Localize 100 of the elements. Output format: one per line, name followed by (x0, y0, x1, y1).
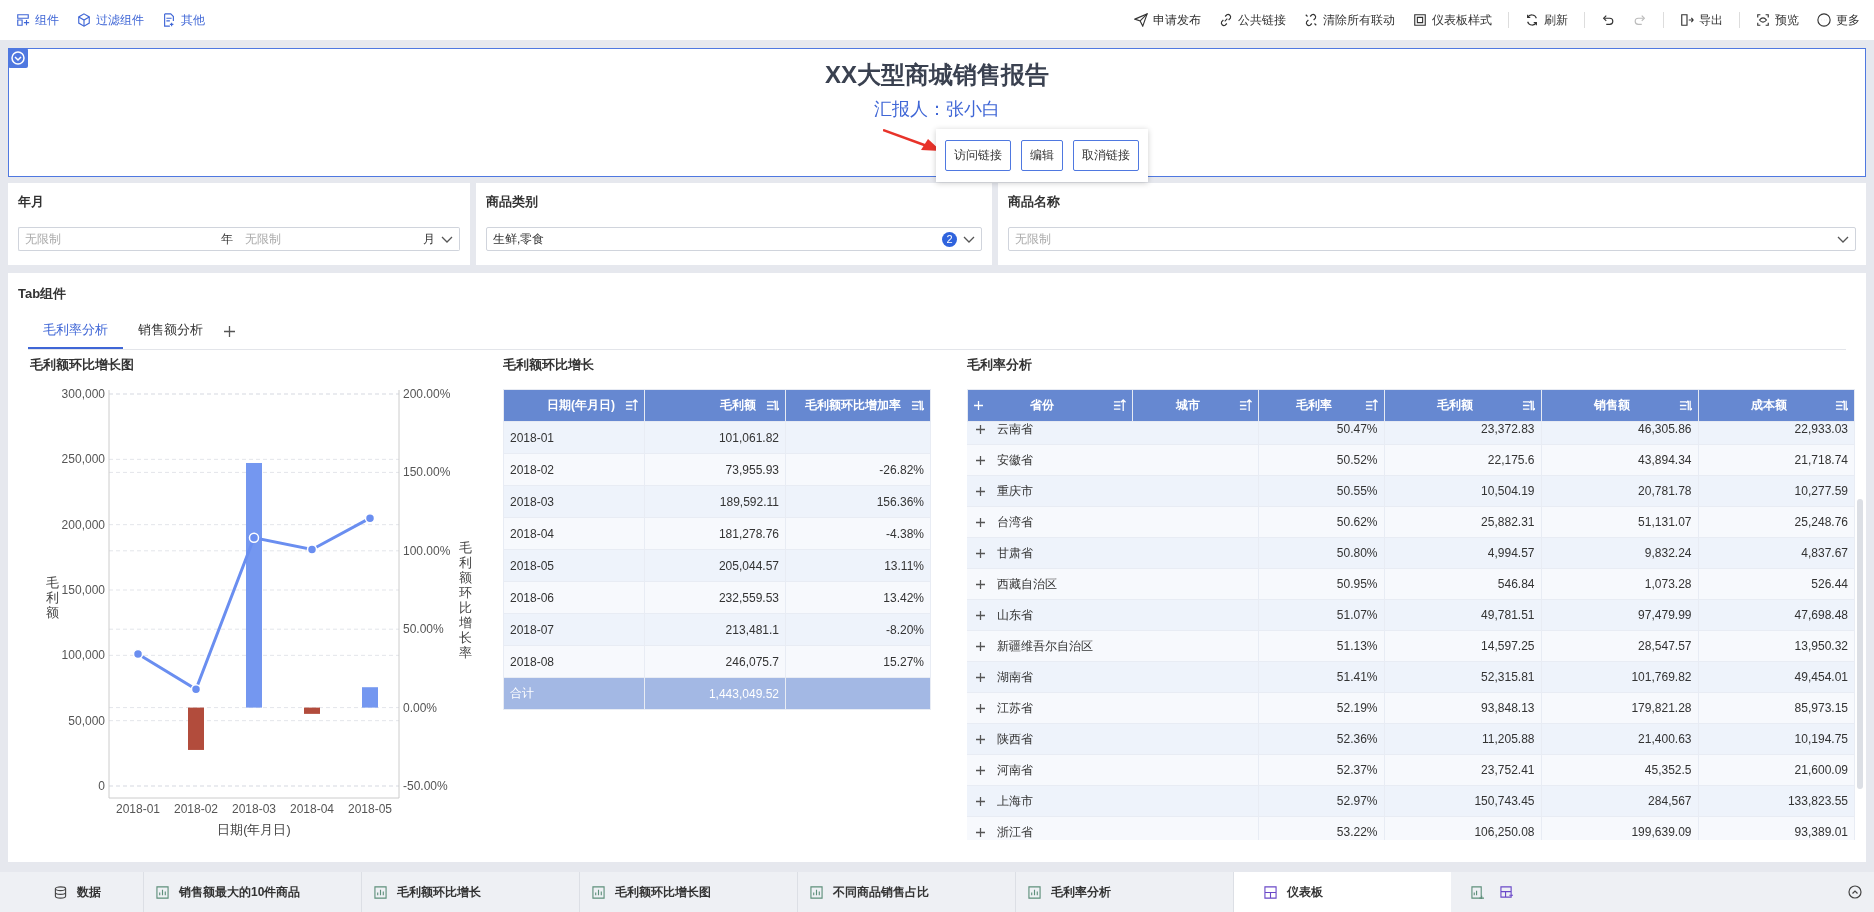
table-cell: 河南省 (997, 761, 1033, 779)
data-point (132, 648, 144, 660)
toolbar-button[interactable]: 过滤组件 (71, 7, 150, 33)
column-header[interactable]: 毛利额 (1384, 389, 1542, 422)
sort-icon[interactable] (911, 399, 924, 412)
sort-icon[interactable] (1365, 399, 1378, 412)
table-cell: 546.84 (1384, 568, 1541, 600)
sheet-tab[interactable]: 仪表板 (1233, 872, 1451, 912)
widget-title: 毛利额环比增长 (503, 356, 595, 374)
expand-icon[interactable] (976, 672, 985, 682)
tick-label: 100.00% (403, 543, 451, 558)
expand-icon[interactable] (976, 827, 985, 837)
table-cell: 13.42% (785, 581, 931, 614)
table-cell: 21,718.74 (1698, 444, 1855, 476)
link-menu-button[interactable]: 访问链接 (945, 140, 1011, 171)
sheet-tab[interactable]: 销售额最大的10件商品 (143, 872, 361, 912)
column-header[interactable]: 销售额 (1541, 389, 1699, 422)
collapse-up-icon[interactable] (1848, 885, 1862, 899)
toolbar-button[interactable]: 预览 (1750, 7, 1805, 33)
table-cell: 湖南省 (997, 668, 1033, 686)
table-cell: -8.20% (785, 613, 931, 646)
expand-icon[interactable] (976, 703, 985, 713)
column-header[interactable]: 毛利额 (644, 389, 786, 422)
table-cell: 45,352.5 (1541, 754, 1698, 786)
toolbar-button[interactable]: 仪表板样式 (1407, 7, 1498, 33)
sort-icon[interactable] (1679, 399, 1692, 412)
sheet-tab[interactable]: 不同商品销售占比 (797, 872, 1015, 912)
expand-icon[interactable] (976, 734, 985, 744)
add-dashboard-icon[interactable] (1500, 885, 1513, 899)
collapse-icon[interactable] (8, 48, 28, 68)
category-select[interactable]: 生鲜,零食 2 (486, 227, 982, 251)
table-cell: 52.36% (1258, 723, 1384, 755)
sort-icon[interactable] (1239, 399, 1252, 412)
tick-label: 200,000 (61, 517, 105, 532)
expand-icon[interactable] (976, 641, 985, 651)
table-cell: 50.95% (1258, 568, 1384, 600)
widget-title: 毛利额环比增长图 (30, 356, 135, 374)
paper-plane-icon (1134, 13, 1148, 27)
database-icon (54, 885, 67, 899)
grid-plus-icon (16, 13, 30, 27)
table-cell: 13,950.32 (1698, 630, 1855, 662)
sort-icon[interactable] (625, 399, 638, 412)
toolbar-button[interactable]: 导出 (1674, 7, 1729, 33)
toolbar-button[interactable]: 更多 (1811, 7, 1866, 33)
expand-icon[interactable] (976, 765, 985, 775)
scrollbar[interactable] (1857, 499, 1863, 789)
column-header[interactable]: 毛利率 (1258, 389, 1385, 422)
preview-icon (1756, 13, 1770, 27)
table-cell: 49,454.01 (1698, 661, 1855, 693)
table-cell: 93,389.01 (1698, 816, 1855, 840)
product-select[interactable]: 无限制 (1008, 227, 1856, 251)
toolbar-button[interactable]: 其他 (156, 7, 211, 33)
toolbar-button[interactable]: 申请发布 (1128, 7, 1207, 33)
expand-icon[interactable] (976, 548, 985, 558)
table-cell: 284,567 (1541, 785, 1698, 817)
sheet-tab[interactable]: 毛利额环比增长图 (579, 872, 797, 912)
add-chart-icon[interactable] (1471, 885, 1484, 899)
table-cell: 21,400.63 (1541, 723, 1698, 755)
toolbar-button[interactable]: 公共链接 (1213, 7, 1292, 33)
document-icon (162, 13, 176, 27)
add-tab-icon[interactable] (224, 325, 235, 337)
expand-icon[interactable] (976, 517, 985, 527)
expand-icon[interactable] (976, 610, 985, 620)
table-cell: 新疆维吾尔自治区 (997, 637, 1093, 655)
expand-icon[interactable] (976, 796, 985, 806)
sheet-tab[interactable]: 毛利额环比增长 (361, 872, 579, 912)
table-cell: 97,479.99 (1541, 599, 1698, 631)
column-header[interactable]: 城市 (1132, 389, 1259, 422)
panel-title: Tab组件 (18, 285, 68, 303)
link-menu-button[interactable]: 取消链接 (1073, 140, 1139, 171)
table-cell: 101,061.82 (644, 421, 786, 454)
sort-icon[interactable] (766, 399, 779, 412)
expand-icon[interactable] (976, 486, 985, 496)
sort-icon[interactable] (1835, 399, 1848, 412)
export-icon (1680, 13, 1694, 27)
column-header[interactable]: 省份 (967, 389, 1133, 422)
tick-label: 200.00% (403, 387, 451, 401)
sort-icon[interactable] (1113, 399, 1126, 412)
column-header[interactable]: 日期(年月日) (503, 389, 645, 422)
expand-icon[interactable] (976, 579, 985, 589)
toolbar-button[interactable]: 组件 (10, 7, 65, 33)
data-point (306, 544, 318, 555)
undo-icon[interactable] (1601, 13, 1615, 27)
text-input[interactable]: 无限制 (1015, 232, 1831, 246)
table-cell: 江苏省 (997, 699, 1033, 717)
table-cell: 50.47% (1258, 422, 1384, 445)
table-cell: 51.07% (1258, 599, 1384, 631)
column-header[interactable]: 毛利额环比增加率 (785, 389, 931, 422)
data-tab[interactable]: 数据 (48, 872, 143, 912)
link-menu-button[interactable]: 编辑 (1021, 140, 1063, 171)
column-header[interactable]: 成本额 (1698, 389, 1855, 422)
sort-icon[interactable] (1522, 399, 1535, 412)
table-cell: 526.44 (1698, 568, 1855, 600)
tab[interactable]: 毛利率分析 (28, 313, 123, 349)
expand-icon[interactable] (976, 424, 985, 434)
tab[interactable]: 销售额分析 (123, 313, 218, 349)
toolbar-button[interactable]: 刷新 (1519, 7, 1574, 33)
table-cell: 50.55% (1258, 475, 1384, 507)
expand-icon[interactable] (976, 455, 985, 465)
toolbar-button[interactable]: 清除所有联动 (1298, 7, 1401, 33)
